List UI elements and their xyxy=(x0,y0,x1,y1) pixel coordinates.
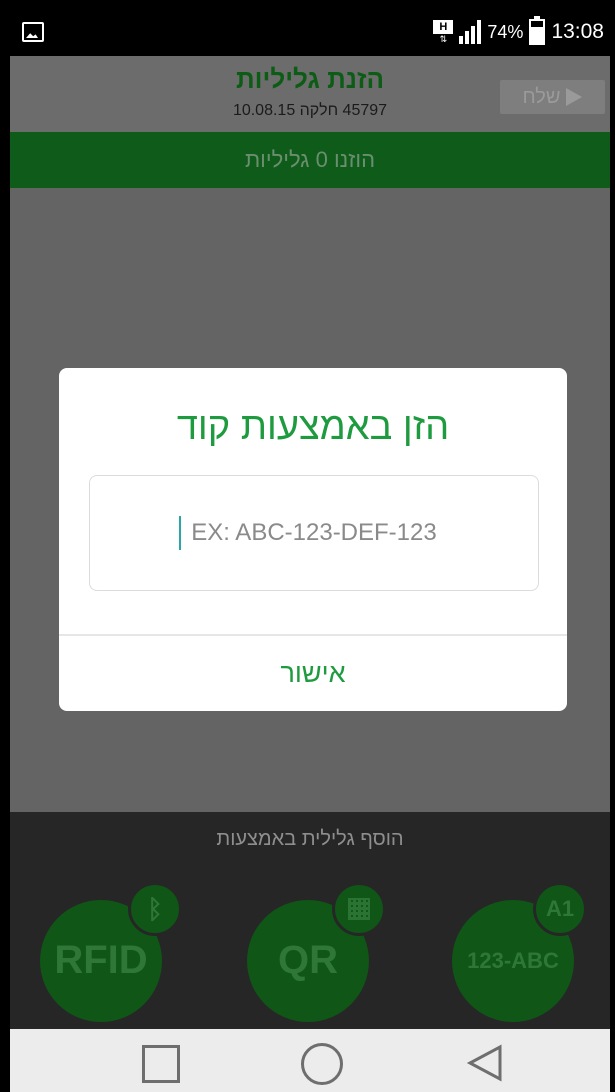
battery-icon xyxy=(529,16,546,45)
clock: 13:08 xyxy=(551,20,604,43)
navigation-bar xyxy=(10,1029,610,1092)
a1-badge: A1 xyxy=(533,882,587,936)
text-cursor xyxy=(179,516,181,550)
gallery-notification-icon xyxy=(22,22,44,42)
signal-strength-icon xyxy=(459,20,482,44)
send-arrow-icon xyxy=(566,88,583,106)
bluetooth-icon: ᛒ xyxy=(128,882,182,936)
status-bar: H ⇅ 74% 13:08 xyxy=(10,8,610,56)
add-method-panel: הוסף גלילית באמצעות RFID ᛒ QR 123-ABC A1 xyxy=(10,812,610,1029)
send-button-label: שלח xyxy=(522,85,561,108)
ok-button[interactable]: אישור xyxy=(59,636,567,711)
network-type-icon: H ⇅ xyxy=(433,20,454,44)
recent-apps-icon[interactable] xyxy=(142,1045,180,1083)
qr-code-icon xyxy=(332,882,386,936)
battery-percent: 74% xyxy=(487,21,524,42)
back-icon[interactable] xyxy=(462,1041,506,1085)
rfid-button-label: RFID xyxy=(54,938,148,982)
network-type-label: H xyxy=(433,20,454,34)
add-method-label: הוסף גלילית באמצעות xyxy=(216,828,404,850)
status-indicators: H ⇅ 74% 13:08 xyxy=(433,16,604,48)
code-entry-dialog: הזן באמצעות קוד אישור xyxy=(59,368,567,711)
send-button[interactable]: שלח xyxy=(500,80,605,114)
a1-badge-label: A1 xyxy=(545,896,575,921)
data-activity-icon: ⇅ xyxy=(439,34,448,44)
app-header: הזנת גליליות 45797 חלקה 10.08.15 שלח xyxy=(10,56,610,132)
manual-code-button-label: 123-ABC xyxy=(467,948,559,973)
entered-count-bar: הוזנו 0 גליליות xyxy=(10,132,610,188)
dialog-title: הזן באמצעות קוד xyxy=(176,406,450,448)
code-input[interactable] xyxy=(89,475,539,591)
home-icon[interactable] xyxy=(301,1043,343,1085)
qr-button-label: QR xyxy=(278,938,338,982)
